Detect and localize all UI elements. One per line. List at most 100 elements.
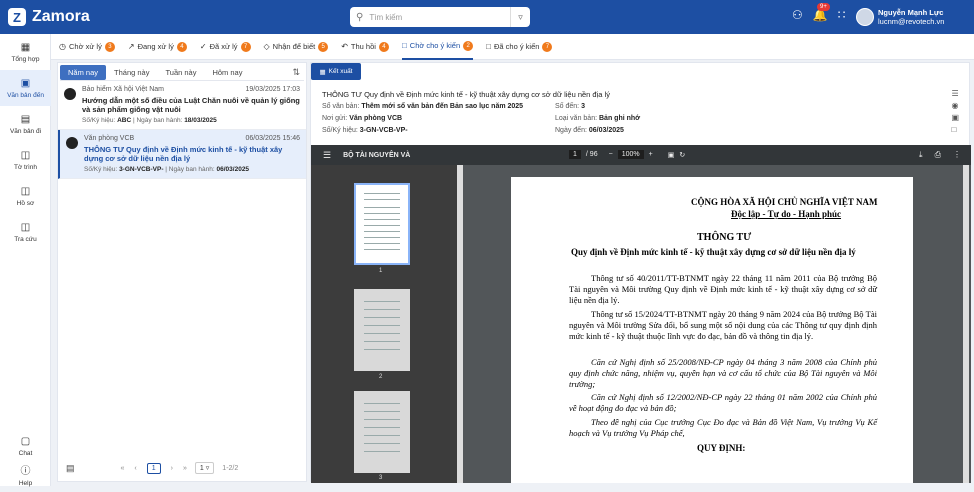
issue-date: 06/03/2025 [216, 166, 250, 173]
tab-count: 7 [240, 41, 251, 52]
next-page-icon[interactable]: › [171, 465, 173, 472]
filter-thang-nay[interactable]: Tháng này [106, 65, 157, 80]
sidebar-item-tong-hop[interactable]: ▦ Tổng hợp [0, 34, 51, 70]
document-title: THÔNG TƯ Quy định về Định mức kinh tế - … [84, 145, 283, 163]
user-avatar[interactable] [856, 8, 874, 26]
export-label: Kết xuất [328, 68, 353, 75]
tab-cho-xu-ly[interactable]: ◷ Chờ xử lý 3 [59, 34, 115, 60]
filter-nam-nay[interactable]: Năm nay [60, 65, 107, 80]
image-icon[interactable]: ▣ [951, 113, 959, 122]
prev-page-icon[interactable]: ‹ [134, 465, 136, 472]
tab-label: Nhận để biết [272, 42, 316, 51]
thumbnail-page-1[interactable] [354, 183, 410, 265]
menu-icon[interactable]: ☰ [323, 150, 331, 161]
dashboard-icon: ▦ [20, 41, 31, 53]
list-item[interactable]: Bảo hiểm Xã hội Việt Nam 19/03/2025 17:03… [58, 81, 306, 130]
list-item-selected[interactable]: Văn phòng VCB 06/03/2025 15:46 THÔNG TƯ Q… [58, 130, 306, 179]
sidebar-label: Help [18, 479, 33, 487]
date-label: Ngày ban hành: [136, 117, 183, 124]
sidebar-item-van-ban-den[interactable]: ▣ Văn bản đến [0, 70, 51, 106]
tab-dang-xu-ly[interactable]: ↗ Đang xử lý 4 [128, 34, 187, 60]
decision-heading: QUY ĐỊNH: [697, 443, 746, 453]
so-den-field: Số đến: 3 [555, 103, 585, 110]
clock-icon: ◷ [59, 42, 66, 51]
search-box[interactable]: ⚲ Tìm kiếm ▿ [350, 7, 530, 27]
tab-da-xu-ly[interactable]: ✓ Đã xử lý 7 [200, 34, 251, 60]
field-value: 3 [581, 103, 585, 110]
tab-label: Đã xử lý [209, 42, 238, 51]
tab-nhan-de-biet[interactable]: ◇ Nhận để biết 5 [264, 34, 329, 60]
folder-search-icon: ◫ [20, 221, 31, 233]
paragraph: Thông tư số 40/2011/TT-BTNMT ngày 22 thá… [569, 273, 877, 305]
user-info[interactable]: Nguyễn Mạnh Lực lucnm@revotech.vn [878, 8, 944, 26]
download-icon[interactable]: ⤓ [919, 150, 923, 160]
code-label: Số/Ký hiệu: [82, 117, 116, 124]
pagination: ▤ « ‹ 1 › » 1 ▿ 1-2/2 [60, 461, 306, 475]
app-logo[interactable]: Z Zamora [8, 8, 90, 26]
page-size-select[interactable]: 1 ▿ [194, 462, 215, 474]
help-icon: ⓘ [20, 465, 31, 477]
so-van-ban-field: Sổ văn bản: Thêm mới sổ văn bản đến Bản … [322, 103, 523, 110]
more-options-icon[interactable]: ⋮ [953, 150, 961, 160]
last-page-icon[interactable]: » [183, 465, 187, 472]
undo-icon: ↶ [341, 42, 348, 51]
list-icon[interactable]: ☰ [951, 89, 959, 98]
check-circle-icon: ✓ [199, 42, 207, 51]
comment-icon[interactable]: □ [951, 125, 959, 134]
sidebar-item-van-ban-di[interactable]: ▤ Văn bản đi [0, 106, 51, 142]
apps-grid-icon[interactable]: ∷ [838, 8, 846, 22]
avatar [64, 88, 76, 100]
sidebar-item-to-trinh[interactable]: ◫ Tờ trình [0, 142, 51, 178]
ky-hieu-field: Số/Ký hiệu: 3-GN-VCB-VP- [322, 127, 408, 134]
thumbnail-page-2[interactable] [354, 289, 410, 371]
sidebar-label: Văn bản đi [9, 127, 42, 135]
tab-cho-cho-y-kien[interactable]: □ Chờ cho ý kiến 2 [401, 34, 474, 60]
field-label: Số đến: [555, 103, 580, 110]
tab-label: Đang xử lý [137, 42, 174, 51]
zoom-in-icon[interactable]: + [649, 151, 653, 158]
sidebar-label: Tổng hợp [11, 55, 40, 63]
search-input[interactable]: Tìm kiếm [369, 13, 510, 22]
filter-icon[interactable]: ▿ [510, 7, 530, 27]
time-filters: Năm nay Tháng này Tuần này Hôm nay ⇅ [60, 65, 304, 81]
tab-label: Đã cho ý kiến [494, 42, 540, 51]
first-page-icon[interactable]: « [121, 465, 125, 472]
zoom-level[interactable]: 100% [617, 150, 644, 159]
filter-tuan-nay[interactable]: Tuần này [157, 65, 204, 80]
thumbnail-scrollbar[interactable] [457, 165, 463, 483]
print-icon[interactable]: ⎙ [935, 150, 941, 160]
current-page[interactable]: 1 [146, 462, 161, 474]
eye-icon[interactable]: ◉ [951, 101, 959, 110]
zoom-out-icon[interactable]: − [609, 151, 613, 158]
tab-thu-hoi[interactable]: ↶ Thu hồi 4 [341, 34, 389, 60]
user-email: lucnm@revotech.vn [878, 17, 945, 26]
sidebar-item-ho-so[interactable]: ◫ Hồ sơ [0, 178, 51, 214]
rotate-icon[interactable]: ↻ [679, 151, 685, 159]
sort-icon[interactable]: ⇅ [292, 67, 300, 78]
sidebar-item-tra-cuu[interactable]: ◫ Tra cứu [0, 214, 51, 250]
thumbnail-page-3[interactable] [354, 391, 410, 473]
sidebar-label: Tra cứu [14, 235, 37, 243]
national-title: CỘNG HÒA XÃ HỘI CHỦ NGHĨA VIỆT NAM [691, 197, 878, 207]
sidebar-item-help[interactable]: ⓘ Help [0, 456, 51, 492]
tab-count: 2 [463, 40, 474, 51]
tab-label: Chờ xử lý [68, 42, 102, 51]
tag-icon: ◇ [263, 42, 270, 51]
filter-hom-nay[interactable]: Hôm nay [204, 65, 250, 80]
user-settings-icon[interactable]: ⚇ [792, 8, 803, 22]
tab-label: Thu hồi [350, 42, 376, 51]
field-value: 3-GN-VCB-VP- [359, 127, 408, 134]
document-title: Hướng dẫn một số điều của Luật Chăn nuôi… [82, 96, 300, 114]
app-name: Zamora [32, 8, 90, 25]
book-icon[interactable]: ▤ [66, 463, 75, 474]
export-button[interactable]: ▦ Kết xuất [311, 63, 361, 80]
tab-count: 5 [318, 41, 329, 52]
page-number-input[interactable]: 1 [569, 150, 581, 159]
document-list-pane: Năm nay Tháng này Tuần này Hôm nay ⇅ Bảo… [57, 62, 307, 482]
page-scrollbar[interactable] [963, 165, 969, 483]
tab-da-cho-y-kien[interactable]: □ Đã cho ý kiến 7 [486, 34, 553, 60]
received-time: 06/03/2025 15:46 [245, 135, 301, 142]
field-value: Bản ghi nhớ [599, 115, 641, 122]
fit-page-icon[interactable]: ▣ [668, 151, 675, 159]
avatar [66, 137, 78, 149]
